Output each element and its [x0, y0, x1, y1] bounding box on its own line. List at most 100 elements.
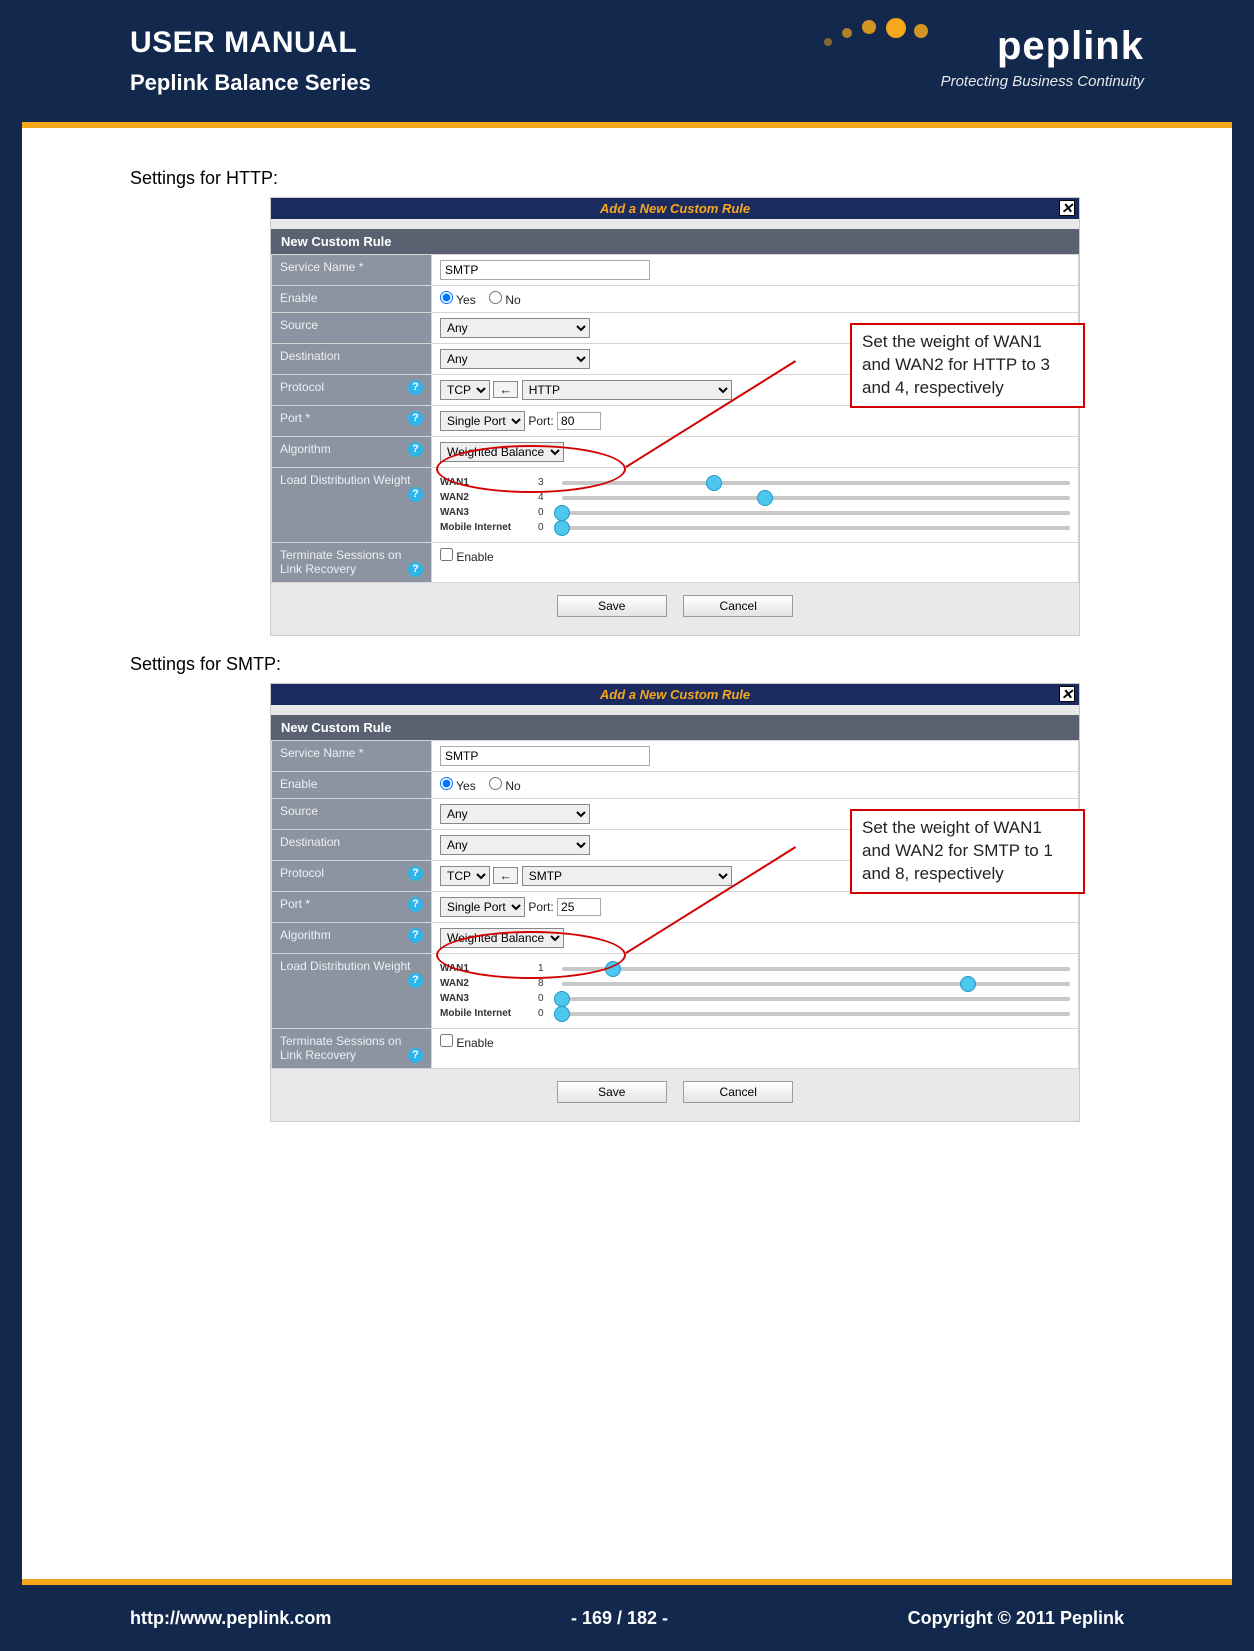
wan-value: 1 — [538, 963, 556, 974]
section-label: Settings for HTTP: — [130, 168, 1130, 189]
weight-slider[interactable] — [562, 526, 1070, 530]
label-service-name: Service Name * — [272, 741, 432, 772]
help-icon[interactable]: ? — [408, 928, 423, 943]
source-select[interactable]: Any — [440, 804, 590, 824]
label-algorithm: Algorithm? — [272, 923, 432, 954]
label-enable: Enable — [272, 286, 432, 313]
custom-rule-panel: Add a New Custom Rule ✕ New Custom Rule … — [270, 683, 1080, 1122]
label-source: Source — [272, 313, 432, 344]
footer-copyright: Copyright © 2011 Peplink — [908, 1608, 1124, 1629]
service-name-input[interactable] — [440, 746, 650, 766]
algorithm-select[interactable]: Weighted Balance — [440, 442, 564, 462]
label-terminate: Terminate Sessions on Link Recovery? — [272, 543, 432, 583]
port-input[interactable] — [557, 898, 601, 916]
panel-titlebar: Add a New Custom Rule ✕ — [271, 684, 1079, 705]
wan-value: 4 — [538, 492, 556, 503]
label-protocol: Protocol? — [272, 375, 432, 406]
wan-weight-row: Mobile Internet 0 — [440, 522, 1070, 533]
weight-slider[interactable] — [562, 1012, 1070, 1016]
weight-slider[interactable] — [562, 481, 1070, 485]
footer-page: - 169 / 182 - — [571, 1608, 668, 1629]
help-icon[interactable]: ? — [408, 866, 423, 881]
panel-title: Add a New Custom Rule — [600, 201, 750, 216]
label-destination: Destination — [272, 344, 432, 375]
protocol-helper-select[interactable]: SMTP — [522, 866, 732, 886]
port-mode-select[interactable]: Single Port — [440, 897, 525, 917]
help-icon[interactable]: ? — [408, 442, 423, 457]
algorithm-select[interactable]: Weighted Balance — [440, 928, 564, 948]
brand-name: peplink — [941, 24, 1144, 69]
weight-slider[interactable] — [562, 511, 1070, 515]
wan-value: 3 — [538, 477, 556, 488]
help-icon[interactable]: ? — [408, 1048, 423, 1063]
wan-name: WAN3 — [440, 993, 532, 1004]
port-mode-select[interactable]: Single Port — [440, 411, 525, 431]
destination-select[interactable]: Any — [440, 835, 590, 855]
help-icon[interactable]: ? — [408, 487, 423, 502]
help-icon[interactable]: ? — [408, 562, 423, 577]
weight-slider[interactable] — [562, 967, 1070, 971]
source-select[interactable]: Any — [440, 318, 590, 338]
form-table: Service Name * Enable Yes No Source Any … — [271, 254, 1079, 583]
destination-select[interactable]: Any — [440, 349, 590, 369]
wan-name: WAN1 — [440, 963, 532, 974]
enable-yes-radio[interactable]: Yes — [440, 779, 476, 793]
wan-weight-row: WAN2 8 — [440, 978, 1070, 989]
custom-rule-panel: Add a New Custom Rule ✕ New Custom Rule … — [270, 197, 1080, 636]
label-port: Port *? — [272, 892, 432, 923]
panel-subhead: New Custom Rule — [271, 715, 1079, 740]
terminate-checkbox[interactable]: Enable — [440, 550, 494, 564]
form-table: Service Name * Enable Yes No Source Any … — [271, 740, 1079, 1069]
weight-slider[interactable] — [562, 997, 1070, 1001]
save-button[interactable]: Save — [557, 595, 667, 617]
page-header: USER MANUAL Peplink Balance Series pepli… — [0, 0, 1254, 128]
wan-value: 8 — [538, 978, 556, 989]
save-button[interactable]: Save — [557, 1081, 667, 1103]
label-algorithm: Algorithm? — [272, 437, 432, 468]
service-name-input[interactable] — [440, 260, 650, 280]
annotation-callout: Set the weight of WAN1 and WAN2 for HTTP… — [850, 323, 1085, 408]
panel-subhead: New Custom Rule — [271, 229, 1079, 254]
help-icon[interactable]: ? — [408, 897, 423, 912]
protocol-helper-select[interactable]: HTTP — [522, 380, 732, 400]
arrow-left-button[interactable]: ← — [493, 867, 518, 884]
footer-url: http://www.peplink.com — [130, 1608, 331, 1629]
wan-weight-row: WAN1 1 — [440, 963, 1070, 974]
enable-no-radio[interactable]: No — [489, 293, 521, 307]
cancel-button[interactable]: Cancel — [683, 595, 793, 617]
annotation-callout: Set the weight of WAN1 and WAN2 for SMTP… — [850, 809, 1085, 894]
label-terminate: Terminate Sessions on Link Recovery? — [272, 1029, 432, 1069]
enable-no-radio[interactable]: No — [489, 779, 521, 793]
panel-titlebar: Add a New Custom Rule ✕ — [271, 198, 1079, 219]
logo-dots-icon — [814, 18, 934, 58]
label-service-name: Service Name * — [272, 255, 432, 286]
close-icon[interactable]: ✕ — [1059, 686, 1075, 702]
cancel-button[interactable]: Cancel — [683, 1081, 793, 1103]
close-icon[interactable]: ✕ — [1059, 200, 1075, 216]
wan-weight-row: WAN2 4 — [440, 492, 1070, 503]
port-input[interactable] — [557, 412, 601, 430]
section-label: Settings for SMTP: — [130, 654, 1130, 675]
label-load-weight: Load Distribution Weight? — [272, 954, 432, 1029]
page-footer: http://www.peplink.com - 169 / 182 - Cop… — [0, 1579, 1254, 1651]
arrow-left-button[interactable]: ← — [493, 381, 518, 398]
label-protocol: Protocol? — [272, 861, 432, 892]
protocol-select[interactable]: TCP — [440, 380, 490, 400]
help-icon[interactable]: ? — [408, 411, 423, 426]
weight-slider[interactable] — [562, 982, 1070, 986]
enable-yes-radio[interactable]: Yes — [440, 293, 476, 307]
brand-tagline: Protecting Business Continuity — [941, 73, 1144, 90]
wan-name: WAN3 — [440, 507, 532, 518]
protocol-select[interactable]: TCP — [440, 866, 490, 886]
wan-name: WAN2 — [440, 492, 532, 503]
weight-slider[interactable] — [562, 496, 1070, 500]
panel-title: Add a New Custom Rule — [600, 687, 750, 702]
wan-weight-row: WAN3 0 — [440, 507, 1070, 518]
help-icon[interactable]: ? — [408, 973, 423, 988]
port-prefix: Port: — [528, 900, 553, 914]
wan-name: Mobile Internet — [440, 522, 532, 533]
port-prefix: Port: — [528, 414, 553, 428]
terminate-checkbox[interactable]: Enable — [440, 1036, 494, 1050]
help-icon[interactable]: ? — [408, 380, 423, 395]
label-load-weight: Load Distribution Weight? — [272, 468, 432, 543]
